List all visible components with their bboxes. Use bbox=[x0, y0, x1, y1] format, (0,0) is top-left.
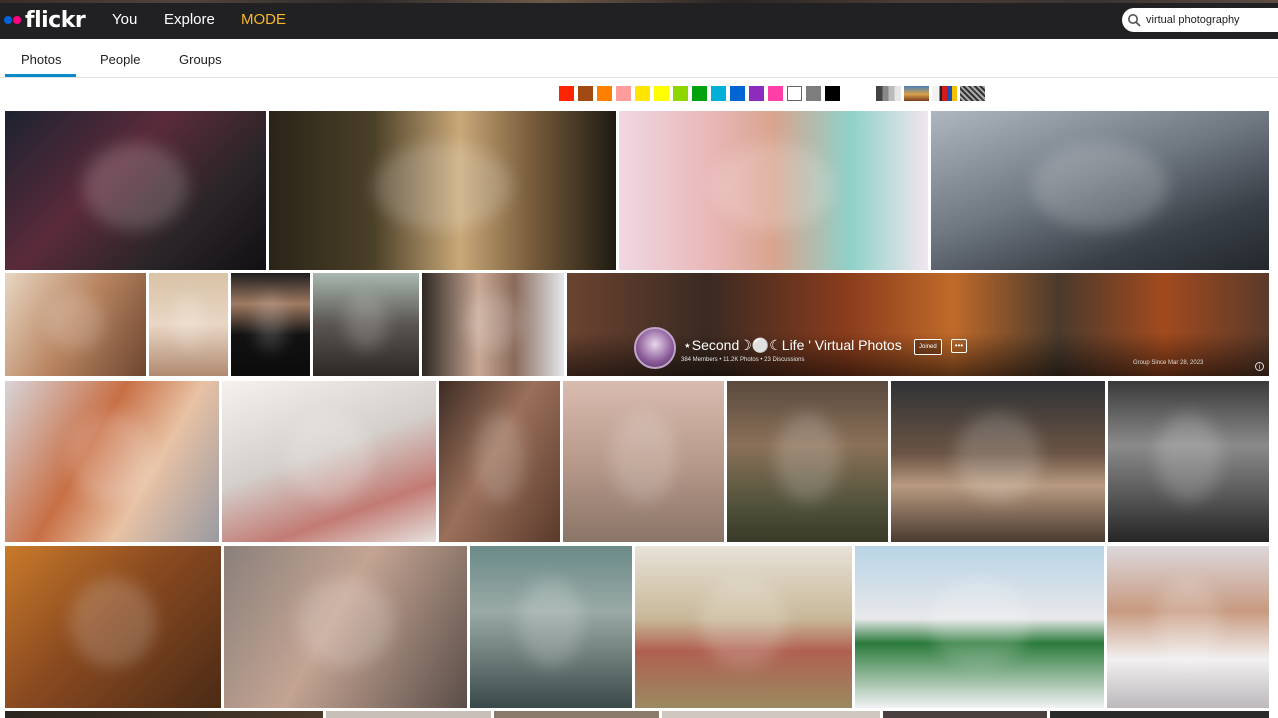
header-image-strip bbox=[0, 0, 1278, 3]
color-filter-lime[interactable] bbox=[673, 86, 688, 101]
photo-thumbnail[interactable] bbox=[494, 711, 659, 718]
tab-photos[interactable]: Photos bbox=[21, 52, 61, 67]
search-tabs: Photos People Groups bbox=[0, 39, 1278, 78]
color-filter-lemon[interactable] bbox=[654, 86, 669, 101]
color-filter-black[interactable] bbox=[825, 86, 840, 101]
photo-thumbnail[interactable] bbox=[931, 111, 1269, 270]
photo-thumbnail[interactable] bbox=[1108, 381, 1269, 542]
color-filter-gray[interactable] bbox=[806, 86, 821, 101]
photo-thumbnail[interactable] bbox=[727, 381, 888, 542]
nav-explore[interactable]: Explore bbox=[164, 11, 215, 28]
photo-thumbnail[interactable] bbox=[313, 273, 419, 376]
nav-mode[interactable]: MODE bbox=[241, 11, 286, 28]
photo-thumbnail[interactable] bbox=[5, 546, 221, 708]
photo-thumbnail[interactable] bbox=[224, 546, 467, 708]
photo-thumbnail[interactable] bbox=[326, 711, 491, 718]
filter-shallow-depth-of-field[interactable] bbox=[904, 86, 929, 101]
photo-thumbnail[interactable] bbox=[635, 546, 852, 708]
logo-pink-dot-icon bbox=[13, 16, 21, 24]
color-filter-blue[interactable] bbox=[730, 86, 745, 101]
color-filter-cyan[interactable] bbox=[711, 86, 726, 101]
photo-thumbnail[interactable] bbox=[662, 711, 880, 718]
photo-thumbnail[interactable] bbox=[231, 273, 310, 376]
color-filter-green[interactable] bbox=[692, 86, 707, 101]
color-filter-violet[interactable] bbox=[749, 86, 764, 101]
active-tab-indicator bbox=[5, 74, 76, 77]
search-input[interactable] bbox=[1146, 14, 1270, 26]
photo-thumbnail[interactable] bbox=[1050, 711, 1269, 718]
color-filter-bar bbox=[0, 86, 1278, 104]
photo-thumbnail[interactable] bbox=[5, 711, 323, 718]
photo-thumbnail[interactable] bbox=[891, 381, 1105, 542]
photo-thumbnail[interactable] bbox=[149, 273, 228, 376]
photo-thumbnail[interactable] bbox=[422, 273, 564, 376]
color-filter-magenta[interactable] bbox=[768, 86, 783, 101]
photo-thumbnail[interactable] bbox=[563, 381, 724, 542]
filter-minimalist[interactable] bbox=[932, 86, 957, 101]
info-icon[interactable]: i bbox=[1255, 362, 1264, 371]
photo-thumbnail[interactable] bbox=[269, 111, 616, 270]
photo-thumbnail[interactable] bbox=[5, 273, 146, 376]
more-options-button[interactable]: ••• bbox=[951, 339, 967, 353]
group-info: ⋆Second☽⚪☾Life ' Virtual Photos 384 Memb… bbox=[634, 325, 967, 371]
tab-groups[interactable]: Groups bbox=[179, 52, 222, 67]
group-name[interactable]: ⋆Second☽⚪☾Life ' Virtual Photos bbox=[683, 337, 902, 354]
search-icon[interactable] bbox=[1122, 13, 1146, 27]
color-filter-white[interactable] bbox=[787, 86, 802, 101]
top-navigation: flickr You Explore MODE bbox=[0, 0, 1278, 39]
color-filter-orange[interactable] bbox=[597, 86, 612, 101]
nav-you[interactable]: You bbox=[112, 11, 137, 28]
photo-thumbnail[interactable] bbox=[470, 546, 632, 708]
joined-button[interactable]: Joined bbox=[914, 339, 942, 355]
flickr-logo[interactable]: flickr bbox=[4, 7, 86, 33]
search-box[interactable] bbox=[1122, 8, 1278, 32]
photo-thumbnail[interactable] bbox=[1107, 546, 1269, 708]
color-filter-pink[interactable] bbox=[616, 86, 631, 101]
logo-blue-dot-icon bbox=[4, 16, 12, 24]
photo-thumbnail[interactable] bbox=[5, 381, 219, 542]
logo-text: flickr bbox=[25, 7, 86, 33]
photo-thumbnail[interactable] bbox=[5, 111, 266, 270]
photo-thumbnail[interactable] bbox=[883, 711, 1047, 718]
photo-thumbnail[interactable] bbox=[439, 381, 560, 542]
color-filter-red[interactable] bbox=[559, 86, 574, 101]
filter-black-and-white[interactable] bbox=[876, 86, 901, 101]
photo-thumbnail[interactable] bbox=[222, 381, 436, 542]
filter-patterns[interactable] bbox=[960, 86, 985, 101]
color-filter-yellow[interactable] bbox=[635, 86, 650, 101]
tab-people[interactable]: People bbox=[100, 52, 140, 67]
color-filter-dark-orange[interactable] bbox=[578, 86, 593, 101]
group-avatar[interactable] bbox=[634, 327, 676, 369]
photo-thumbnail[interactable] bbox=[855, 546, 1104, 708]
photo-thumbnail[interactable] bbox=[619, 111, 928, 270]
group-since-date: Group Since Mar 28, 2023 bbox=[1133, 360, 1204, 366]
group-stats: 384 Members • 11.2K Photos • 23 Discussi… bbox=[681, 357, 805, 363]
